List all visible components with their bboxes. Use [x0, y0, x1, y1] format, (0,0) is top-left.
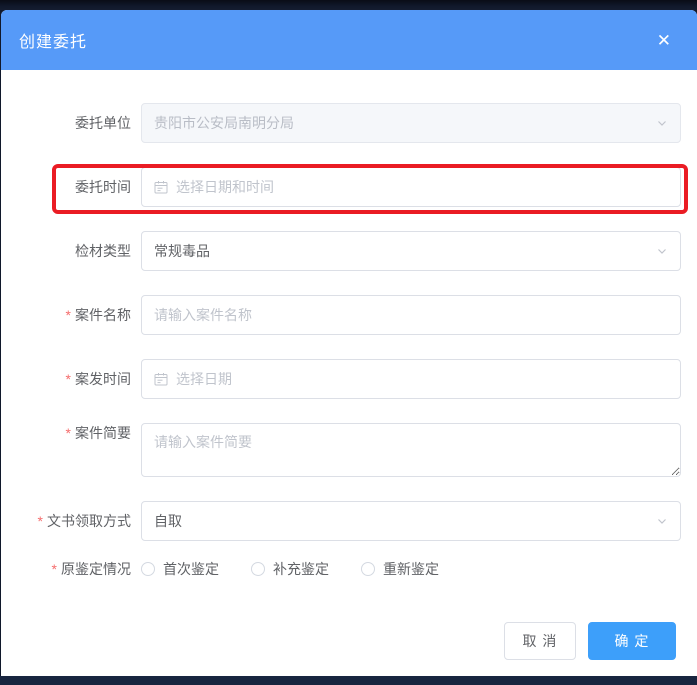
document-pickup-value: 自取: [154, 511, 182, 531]
radio-re-appraisal[interactable]: 重新鉴定: [361, 559, 439, 579]
field-row-incident-time: *案发时间: [1, 359, 681, 399]
case-name-label: *案件名称: [1, 305, 141, 325]
radio-first-appraisal[interactable]: 首次鉴定: [141, 559, 219, 579]
required-mark: *: [66, 425, 71, 441]
chevron-down-icon: [656, 117, 668, 129]
confirm-button[interactable]: 确 定: [588, 622, 676, 660]
page-background-top: [0, 0, 697, 10]
entrust-time-label: 委托时间: [1, 177, 141, 197]
field-row-entrust-unit: 委托单位 贵阳市公安局南明分局: [1, 103, 681, 143]
radio-re-appraisal-label: 重新鉴定: [383, 559, 439, 579]
dialog-header: 创建委托 ✕: [1, 10, 697, 70]
field-row-original-appraisal: *原鉴定情况 首次鉴定 补充鉴定 重新鉴定: [1, 559, 681, 579]
entrust-time-input[interactable]: [176, 179, 668, 195]
create-commission-dialog: 创建委托 ✕ 委托单位 贵阳市公安局南明分局 委托时间: [1, 10, 697, 676]
close-icon[interactable]: ✕: [657, 32, 671, 49]
required-mark: *: [52, 561, 57, 577]
incident-time-label: *案发时间: [1, 369, 141, 389]
chevron-down-icon: [656, 515, 668, 527]
document-pickup-select[interactable]: 自取: [141, 501, 681, 541]
calendar-icon: [154, 372, 168, 386]
field-row-sample-type: 检材类型 常规毒品: [1, 231, 681, 271]
document-pickup-label: *文书领取方式: [1, 511, 141, 531]
field-row-document-pickup: *文书领取方式 自取: [1, 501, 681, 541]
radio-first-appraisal-label: 首次鉴定: [163, 559, 219, 579]
original-appraisal-label-text: 原鉴定情况: [61, 561, 131, 577]
field-row-entrust-time: 委托时间: [1, 167, 681, 207]
radio-supplementary-appraisal-label: 补充鉴定: [273, 559, 329, 579]
original-appraisal-label: *原鉴定情况: [1, 559, 141, 579]
radio-circle-icon: [141, 562, 155, 576]
entrust-unit-label: 委托单位: [1, 113, 141, 133]
required-mark: *: [66, 307, 71, 323]
original-appraisal-radio-group: 首次鉴定 补充鉴定 重新鉴定: [141, 559, 681, 579]
calendar-icon: [154, 180, 168, 194]
chevron-down-icon: [656, 245, 668, 257]
field-row-case-name: *案件名称: [1, 295, 681, 335]
entrust-unit-select[interactable]: 贵阳市公安局南明分局: [141, 103, 681, 143]
sample-type-label: 检材类型: [1, 241, 141, 261]
radio-supplementary-appraisal[interactable]: 补充鉴定: [251, 559, 329, 579]
radio-circle-icon: [251, 562, 265, 576]
page-background-bottom: [0, 676, 697, 685]
entrust-time-picker[interactable]: [141, 167, 681, 207]
cancel-button[interactable]: 取 消: [504, 622, 576, 660]
case-name-input[interactable]: [154, 307, 668, 323]
required-mark: *: [38, 513, 43, 529]
incident-time-picker[interactable]: [141, 359, 681, 399]
case-name-field[interactable]: [141, 295, 681, 335]
sample-type-value: 常规毒品: [154, 241, 210, 261]
entrust-unit-value: 贵阳市公安局南明分局: [154, 113, 294, 133]
case-summary-label-text: 案件简要: [75, 425, 131, 441]
case-summary-textarea[interactable]: [141, 423, 681, 477]
dialog-body: 委托单位 贵阳市公安局南明分局 委托时间 检材类型 常规毒品: [1, 70, 697, 660]
case-summary-label: *案件简要: [1, 423, 141, 443]
incident-time-label-text: 案发时间: [75, 371, 131, 387]
document-pickup-label-text: 文书领取方式: [47, 513, 131, 529]
sample-type-select[interactable]: 常规毒品: [141, 231, 681, 271]
required-mark: *: [66, 371, 71, 387]
dialog-title: 创建委托: [19, 28, 87, 52]
case-name-label-text: 案件名称: [75, 307, 131, 323]
dialog-footer: 取 消 确 定: [1, 622, 681, 660]
radio-circle-icon: [361, 562, 375, 576]
field-row-case-summary: *案件简要: [1, 423, 681, 477]
incident-time-input[interactable]: [176, 371, 668, 387]
